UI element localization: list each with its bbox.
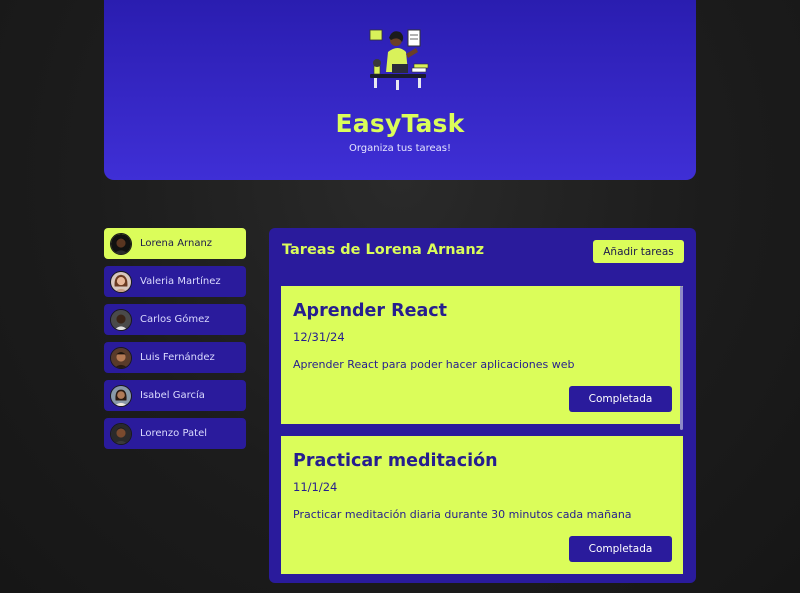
app-subtitle: Organiza tus tareas! <box>348 143 452 154</box>
task-description: Practicar meditación diaria durante 30 m… <box>293 508 632 521</box>
avatar <box>110 308 132 331</box>
user-name: Valeria Martínez <box>140 276 221 287</box>
task-list[interactable]: Aprender React 12/31/24 Aprender React p… <box>281 286 685 578</box>
task-date: 12/31/24 <box>293 330 345 344</box>
user-item-carlos-gomez[interactable]: Carlos Gómez <box>104 304 246 335</box>
user-name: Carlos Gómez <box>140 314 210 325</box>
task-description: Aprender React para poder hacer aplicaci… <box>293 358 575 371</box>
avatar <box>110 422 132 445</box>
task-card: Aprender React 12/31/24 Aprender React p… <box>281 286 683 424</box>
add-task-button[interactable]: Añadir tareas <box>593 240 684 263</box>
complete-task-button[interactable]: Completada <box>569 386 672 412</box>
task-card: Practicar meditación 11/1/24 Practicar m… <box>281 436 683 574</box>
user-item-lorenzo-patel[interactable]: Lorenzo Patel <box>104 418 246 449</box>
task-list-scrollbar[interactable] <box>680 286 683 430</box>
task-organizer-illustration-icon <box>369 29 429 90</box>
avatar <box>110 384 132 407</box>
user-item-isabel-garcia[interactable]: Isabel García <box>104 380 246 411</box>
user-name: Lorena Arnanz <box>140 238 213 249</box>
tasks-panel: Tareas de Lorena Arnanz Añadir tareas Ap… <box>269 228 696 583</box>
user-name: Luis Fernández <box>140 352 215 363</box>
app-header: EasyTask Organiza tus tareas! <box>104 0 696 180</box>
avatar <box>110 232 132 255</box>
user-name: Isabel García <box>140 390 205 401</box>
user-name: Lorenzo Patel <box>140 428 208 439</box>
user-item-luis-fernandez[interactable]: Luis Fernández <box>104 342 246 373</box>
task-title: Practicar meditación <box>293 451 498 471</box>
user-item-valeria-martinez[interactable]: Valeria Martínez <box>104 266 246 297</box>
complete-task-button[interactable]: Completada <box>569 536 672 562</box>
tasks-panel-title: Tareas de Lorena Arnanz <box>282 242 485 258</box>
avatar <box>110 346 132 369</box>
task-title: Aprender React <box>293 301 448 321</box>
user-item-lorena-arnanz[interactable]: Lorena Arnanz <box>104 228 246 259</box>
avatar <box>110 270 132 293</box>
user-list: Lorena Arnanz Valeria Martínez Carlos Gó… <box>104 228 246 456</box>
app-title: EasyTask <box>335 109 465 138</box>
task-date: 11/1/24 <box>293 480 338 494</box>
